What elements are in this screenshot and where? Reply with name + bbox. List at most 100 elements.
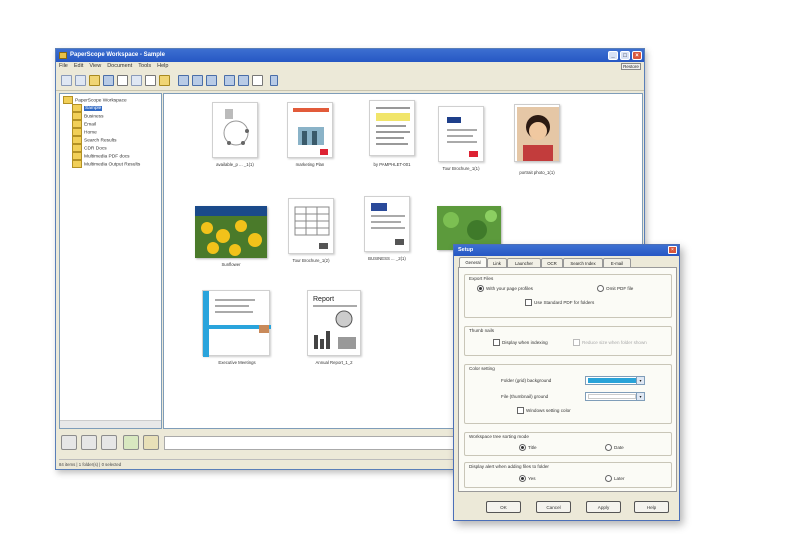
view-small-icon[interactable] [206,75,217,86]
view-detail-icon[interactable] [238,75,249,86]
tab-search-index[interactable]: Search Index [563,258,603,267]
minimize-button[interactable]: _ [608,51,618,60]
title-bar[interactable]: PaperScope Workspace - Sample _ □ × [56,49,644,62]
tab-launcher[interactable]: Launcher [507,258,541,267]
thumbnail-page[interactable] [364,196,410,252]
background-color-select[interactable]: ▾ [585,376,645,385]
close-button[interactable]: × [632,51,642,60]
edit-icon[interactable] [131,75,142,86]
printer-icon[interactable] [81,435,97,450]
sort-group-label: Workspace tree sorting mode [469,434,529,439]
thumbnail-page[interactable]: Report [307,290,361,356]
scan-icon[interactable] [103,75,114,86]
use-standard-pdf-checkbox[interactable]: Use Standard PDF for folders [525,299,594,307]
restore-button[interactable]: Restore [621,63,641,70]
tree-root[interactable]: PaperScope Workspace [63,96,127,104]
thumbnail-page[interactable] [212,102,258,158]
background-color-label: Folder (grid) background [501,378,552,383]
mail-icon[interactable] [123,435,139,450]
brochure-page-icon [293,108,329,155]
scanner-icon[interactable] [61,435,77,450]
fax-icon[interactable] [101,435,117,450]
print-icon[interactable] [145,75,156,86]
menu-tools[interactable]: Tools [135,62,154,71]
display-indexing-checkbox[interactable]: Display when indexing [493,339,548,347]
dialog-title[interactable]: Setup [454,245,679,256]
radio-icon [477,285,484,293]
view-large-icon[interactable] [178,75,189,86]
menu-view[interactable]: View [86,62,104,71]
tree-item-multimedia-output[interactable]: Multimedia Output Results [72,160,140,168]
export-option-profiles[interactable]: With your page profiles [477,285,533,293]
view-list-icon[interactable] [224,75,235,86]
sunflower-photo-icon [195,206,267,258]
radio-icon [605,475,612,483]
thumbnails-group: Thumb nails Display when indexing Reduce… [464,326,672,356]
thumbnail-page[interactable] [438,106,484,162]
export-group: Export Files With your page profiles Omi… [464,274,672,318]
tree-item-search-results[interactable]: Search Results [72,136,117,144]
ok-button[interactable]: OK [486,501,521,513]
thumbnail-photo[interactable] [195,206,267,258]
maximize-button[interactable]: □ [620,51,630,60]
alert-yes-option[interactable]: Yes [519,475,536,483]
menu-bar: File Edit View Document Tools Help [56,62,644,71]
tree-item-cdr-docs[interactable]: CDR Docs [72,144,107,152]
folder-icon [72,128,82,136]
thumbnail-page[interactable] [369,100,415,156]
thumbnail-page[interactable] [287,102,333,158]
tree-item-sample[interactable]: Sample [72,104,103,112]
cancel-button[interactable]: Cancel [536,501,571,513]
folder-tree[interactable]: PaperScope Workspace Sample Business Ema… [59,93,162,429]
folder-icon [72,144,82,152]
preview-icon[interactable] [252,75,263,86]
checkbox-icon [525,299,532,307]
dialog-close-button[interactable]: × [668,246,677,254]
document-icon[interactable] [117,75,128,86]
send-icon[interactable] [159,75,170,86]
menu-file[interactable]: File [56,62,71,71]
radio-icon [605,444,612,452]
new-folder-icon[interactable] [89,75,100,86]
presentation-page-icon [203,291,271,357]
thumbnail-caption: Tour Brochure_1(2) [292,258,330,263]
folder-icon [72,104,82,112]
view-medium-icon[interactable] [192,75,203,86]
sort-date-option[interactable]: Date [605,444,624,452]
reduce-size-checkbox[interactable]: Reduce size when folder shown [573,339,647,347]
tree-item-email[interactable]: Email [72,120,96,128]
tab-link[interactable]: Link [487,258,507,267]
business-page-icon [371,203,405,245]
tree-item-home[interactable]: Home [72,128,97,136]
info-icon[interactable] [270,75,278,86]
tab-ocr[interactable]: OCR [541,258,563,267]
apply-button[interactable]: Apply [586,501,621,513]
chevron-down-icon: ▾ [636,393,644,400]
checkbox-icon [517,407,524,415]
foreground-color-swatch [588,394,636,399]
sort-title-option[interactable]: Title [519,444,537,452]
help-button[interactable]: Help [634,501,669,513]
thumbnail-page[interactable] [202,290,271,357]
back-icon[interactable] [61,75,72,86]
menu-document[interactable]: Document [104,62,135,71]
alert-later-option[interactable]: Later [605,475,624,483]
forward-icon[interactable] [75,75,86,86]
tree-scrollbar[interactable] [60,420,161,428]
windows-color-checkbox[interactable]: Windows setting color [517,407,571,415]
checkbox-icon [493,339,500,347]
thumbnail-photo[interactable] [514,104,560,162]
menu-help[interactable]: Help [154,62,171,71]
tree-item-business[interactable]: Business [72,112,103,120]
tree-item-multimedia-docs[interactable]: Multimedia PDF docs [72,152,130,160]
tab-email[interactable]: E-mail [603,258,631,267]
tab-general[interactable]: General [459,257,487,267]
export-icon[interactable] [143,435,159,450]
thumbnail-caption: Executive Meetings [218,360,256,365]
foreground-color-select[interactable]: ▾ [585,392,645,401]
setup-dialog: Setup × General Link Launcher OCR Search… [453,244,680,521]
export-option-omit[interactable]: Omit PDF file [597,285,633,293]
menu-edit[interactable]: Edit [71,62,86,71]
thumbnail-page[interactable] [288,198,334,254]
thumbnail-caption: Annual Report_1_2 [315,360,353,365]
